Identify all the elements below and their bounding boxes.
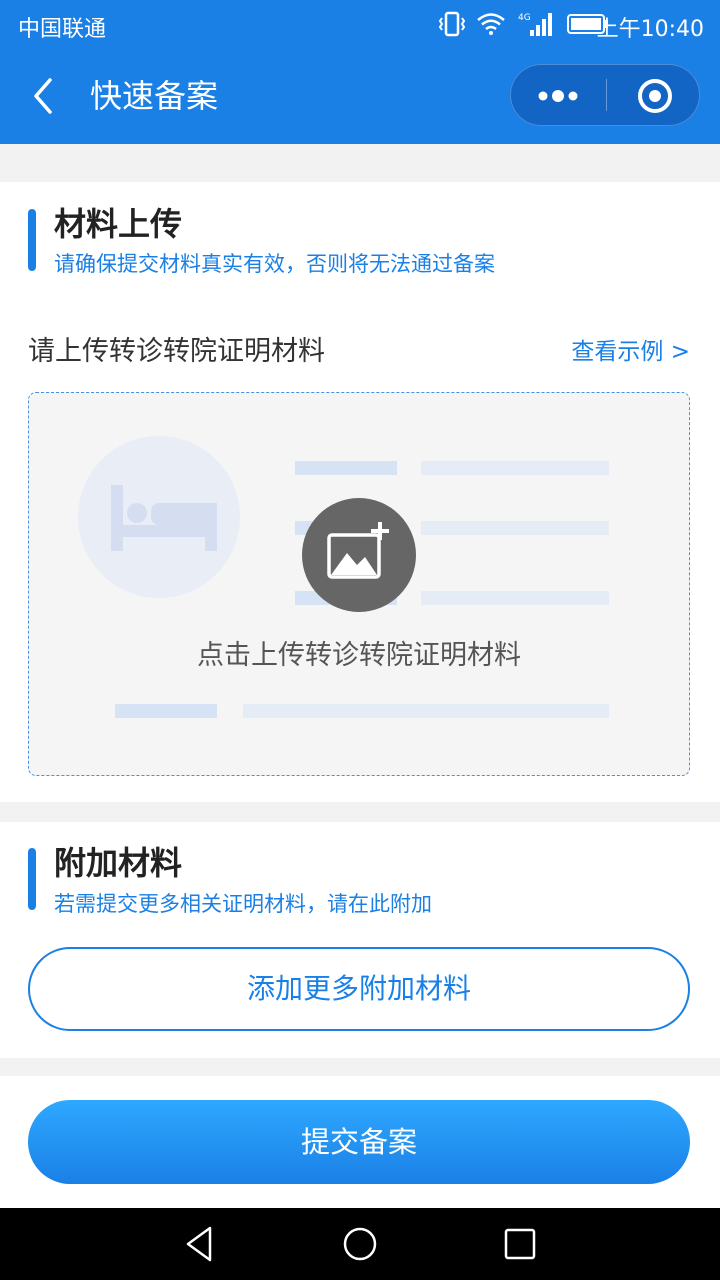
view-example-link[interactable]: 查看示例 > <box>571 334 690 370</box>
nav-home-icon[interactable] <box>340 1224 380 1264</box>
additional-materials-card: 附加材料 若需提交更多相关证明材料，请在此附加 添加更多附加材料 <box>0 822 720 1058</box>
back-button[interactable] <box>22 72 66 120</box>
nav-back-icon[interactable] <box>180 1224 220 1264</box>
submit-button[interactable]: 提交备案 <box>28 1100 690 1184</box>
network-type-label: 4G <box>518 13 531 23</box>
more-button[interactable] <box>511 65 605 125</box>
more-dots-icon <box>538 90 578 102</box>
section-accent-bar <box>28 848 36 910</box>
page-title: 快速备案 <box>90 77 219 115</box>
vibrate-icon <box>438 11 466 37</box>
miniprogram-capsule <box>510 64 700 126</box>
section-subtitle: 请确保提交材料真实有效，否则将无法通过备案 <box>54 252 495 276</box>
section-title: 附加材料 <box>54 844 183 882</box>
target-icon <box>638 79 672 113</box>
signal-icon: 4G <box>518 13 552 36</box>
section-subtitle: 若需提交更多相关证明材料，请在此附加 <box>54 892 432 916</box>
upload-hint: 点击上传转诊转院证明材料 <box>197 640 521 671</box>
close-miniprogram-button[interactable] <box>607 65 701 125</box>
section-accent-bar <box>28 209 36 271</box>
section-title: 材料上传 <box>54 205 183 243</box>
add-image-icon <box>302 498 416 612</box>
status-icons: 4G <box>438 10 610 38</box>
add-more-materials-button[interactable]: 添加更多附加材料 <box>28 947 690 1031</box>
nav-recents-icon[interactable] <box>500 1224 540 1264</box>
nav-bar: 快速备案 <box>0 48 720 144</box>
status-bar: 中国联通 4G 上午10:40 <box>0 0 720 48</box>
upload-label: 请上传转诊转院证明材料 <box>28 336 325 367</box>
wifi-icon <box>477 13 505 35</box>
system-nav-bar <box>0 1208 720 1280</box>
upload-area[interactable]: 点击上传转诊转院证明材料 <box>28 392 690 776</box>
materials-card: 材料上传 请确保提交材料真实有效，否则将无法通过备案 请上传转诊转院证明材料 查… <box>0 182 720 802</box>
chevron-left-icon <box>34 78 52 114</box>
clock: 上午10:40 <box>596 17 704 42</box>
carrier-label: 中国联通 <box>18 17 107 42</box>
